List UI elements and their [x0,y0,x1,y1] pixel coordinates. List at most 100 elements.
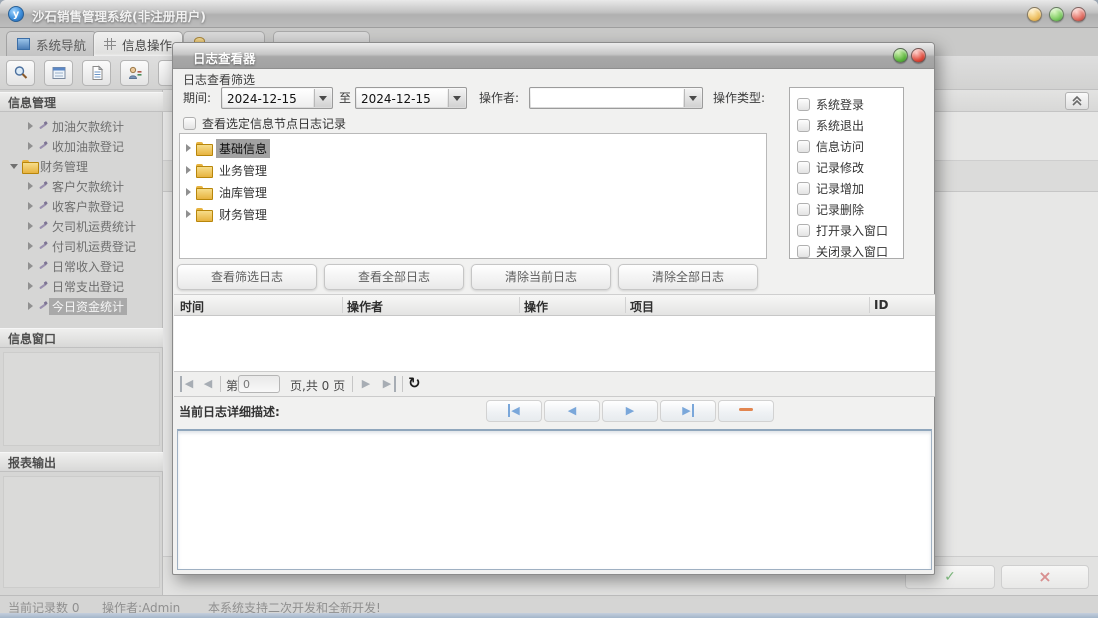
checkbox-icon[interactable] [797,98,810,111]
sidebar-item-driver-freight-debt[interactable]: 欠司机运费统计 [0,216,163,236]
dialog-close-button[interactable] [911,48,926,63]
folder-icon [22,160,39,174]
tree-node-business-mgmt[interactable]: 业务管理 [186,161,270,179]
checkbox-icon[interactable] [797,245,810,258]
sidebar-folder-finance[interactable]: 财务管理 [0,156,163,176]
minimize-button[interactable] [1027,7,1042,22]
view-all-logs-button[interactable]: 查看全部日志 [324,264,464,290]
op-type-open-entry-window[interactable]: 打开录入窗口 [797,220,903,241]
tab-info-ops[interactable]: 信息操作 [93,31,184,56]
op-type-info-access[interactable]: 信息访问 [797,136,903,157]
operator-button[interactable] [120,60,149,86]
expander-icon[interactable] [186,188,191,196]
detail-description-label: 当前日志详细描述: [179,405,280,419]
expander-icon[interactable] [28,302,33,310]
op-type-system-login[interactable]: 系统登录 [797,94,903,115]
record-prev-button[interactable]: ◀ [544,400,600,422]
refresh-button[interactable]: ↻ [408,374,421,392]
close-button[interactable] [1071,7,1086,22]
document-icon [92,65,103,80]
record-last-button[interactable]: ▶ [660,400,716,422]
clear-current-logs-button[interactable]: 清除当前日志 [471,264,611,290]
expander-icon[interactable] [28,262,33,270]
checkbox-icon[interactable] [183,117,196,130]
sidebar-item-fuel-debt-stats[interactable]: 加油欠款统计 [0,116,163,136]
expander-icon[interactable] [28,202,33,210]
column-time[interactable]: 时间 [180,298,204,315]
dialog-titlebar[interactable]: 日志查看器 [173,43,934,69]
record-next-button[interactable]: ▶ [602,400,658,422]
checkbox-icon[interactable] [797,203,810,216]
clear-all-logs-button[interactable]: 清除全部日志 [618,264,758,290]
detail-description-area[interactable] [177,429,932,570]
operation-type-label: 操作类型: [713,91,766,105]
sidebar-item-daily-expense[interactable]: 日常支出登记 [0,276,163,296]
expander-icon[interactable] [28,142,33,150]
node-filter-checkbox[interactable]: 查看选定信息节点日志记录 [183,115,346,132]
report-output-panel [3,476,160,588]
expander-icon[interactable] [28,122,33,130]
column-action[interactable]: 操作 [524,298,548,315]
sidebar-item-customer-payment[interactable]: 收客户款登记 [0,196,163,216]
expander-icon[interactable] [28,282,33,290]
expander-icon[interactable] [186,166,191,174]
maximize-button[interactable] [1049,7,1064,22]
operator-select[interactable] [529,87,703,109]
expander-icon[interactable] [28,182,33,190]
cancel-button[interactable]: × [1001,565,1089,589]
sidebar-section-info-mgmt[interactable]: 信息管理 [0,92,163,112]
dropdown-arrow-icon[interactable] [314,89,331,107]
expander-icon[interactable] [10,163,18,169]
form-button[interactable] [44,60,73,86]
sidebar-item-today-funds[interactable]: 今日资金统计 [0,296,163,316]
checkbox-label: 打开录入窗口 [816,224,889,238]
expander-icon[interactable] [186,144,191,152]
document-button[interactable] [82,60,111,86]
dialog-title: 日志查看器 [193,51,256,66]
next-page-button[interactable]: ▶ [358,376,374,392]
log-table-body[interactable] [174,316,935,371]
date-to-select[interactable]: 2024-12-15 [355,87,467,109]
dialog-minimize-button[interactable] [893,48,908,63]
record-first-button[interactable]: ◀ [486,400,542,422]
sidebar-item-driver-freight-pay[interactable]: 付司机运费登记 [0,236,163,256]
tree-node-depot-mgmt[interactable]: 油库管理 [186,183,270,201]
op-type-close-entry-window[interactable]: 关闭录入窗口 [797,241,903,258]
first-page-button[interactable]: ◀ [180,376,196,392]
op-type-record-modify[interactable]: 记录修改 [797,157,903,178]
sidebar-item-daily-income[interactable]: 日常收入登记 [0,256,163,276]
first-page-icon: ◀ [184,377,194,390]
view-filtered-logs-button[interactable]: 查看筛选日志 [177,264,317,290]
op-type-record-delete[interactable]: 记录删除 [797,199,903,220]
tree-node-basic-info[interactable]: 基础信息 [186,138,271,158]
op-type-system-logout[interactable]: 系统退出 [797,115,903,136]
sidebar-section-report-output[interactable]: 报表输出 [0,452,163,472]
column-id[interactable]: ID [874,298,888,312]
search-button[interactable] [6,60,35,86]
column-operator[interactable]: 操作者 [347,298,383,315]
checkbox-icon[interactable] [797,140,810,153]
column-project[interactable]: 项目 [630,298,654,315]
prev-page-button[interactable]: ◀ [200,376,216,392]
sidebar-item-customer-debt[interactable]: 客户欠款统计 [0,176,163,196]
checkbox-icon[interactable] [797,224,810,237]
expander-icon[interactable] [28,222,33,230]
tab-system-nav[interactable]: 系统导航 [6,31,98,56]
date-from-select[interactable]: 2024-12-15 [221,87,333,109]
expander-icon[interactable] [28,242,33,250]
dropdown-arrow-icon[interactable] [684,89,701,107]
checkbox-icon[interactable] [797,161,810,174]
sidebar-section-info-window[interactable]: 信息窗口 [0,328,163,348]
checkbox-icon[interactable] [797,119,810,132]
record-delete-button[interactable] [718,400,774,422]
checkbox-icon[interactable] [797,182,810,195]
category-tree: 基础信息 业务管理 油库管理 财务管理 [179,133,767,259]
tree-node-finance-mgmt[interactable]: 财务管理 [186,205,270,223]
dropdown-arrow-icon[interactable] [448,89,465,107]
last-page-button[interactable]: ▶ [380,376,396,392]
collapse-panel-button[interactable] [1065,92,1089,110]
sidebar-item-fuel-payment[interactable]: 收加油款登记 [0,136,163,156]
page-number-input[interactable] [238,375,280,393]
expander-icon[interactable] [186,210,191,218]
op-type-record-add[interactable]: 记录增加 [797,178,903,199]
